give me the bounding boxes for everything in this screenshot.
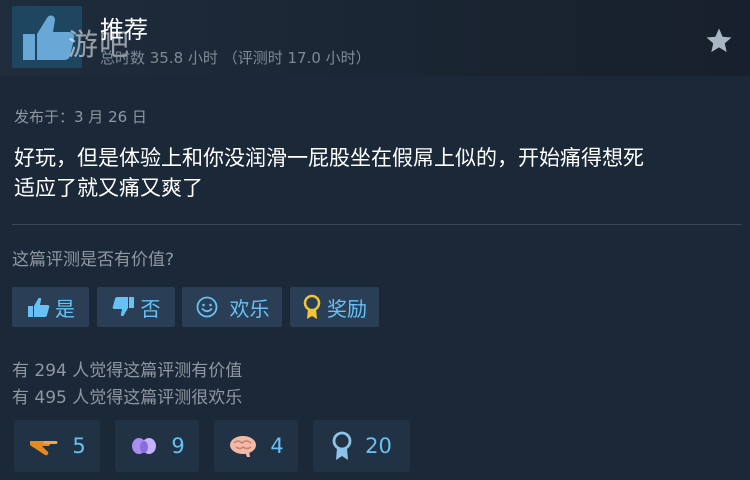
medal-ribbon-icon xyxy=(332,431,352,460)
award-count: 4 xyxy=(270,434,284,458)
review-verdict-title: 推荐 xyxy=(100,16,148,44)
award-count: 9 xyxy=(171,434,185,458)
divider xyxy=(12,224,742,225)
award-label: 奖励 xyxy=(327,296,367,321)
vote-funny-label: 欢乐 xyxy=(229,296,270,321)
vote-funny-button[interactable]: 欢乐 xyxy=(182,287,282,327)
award-item-medal[interactable]: 20 xyxy=(313,420,410,472)
award-item-heart-hands[interactable]: 9 xyxy=(115,420,199,472)
vote-no-button[interactable]: 否 xyxy=(97,287,175,327)
posted-date: 发布于：3 月 26 日 xyxy=(14,108,147,126)
award-count: 5 xyxy=(72,434,86,458)
helpful-count-text: 有 294 人觉得这篇评测有价值 xyxy=(12,361,243,381)
pointing-hand-icon xyxy=(30,441,58,456)
playtime-hours: 总时数 35.8 小时 （评测时 17.0 小时） xyxy=(100,49,371,67)
review-line-1: 好玩，但是体验上和你没润滑一屁股坐在假屌上似的，开始痛得想死 xyxy=(14,146,644,170)
vote-yes-button[interactable]: 是 xyxy=(12,287,89,327)
award-count: 20 xyxy=(365,434,392,458)
award-ribbon-icon xyxy=(303,294,321,319)
vote-no-label: 否 xyxy=(140,296,161,321)
star-icon[interactable] xyxy=(704,26,734,56)
helpful-question: 这篇评测是否有价值? xyxy=(12,250,175,270)
thumbs-up-icon xyxy=(28,297,50,317)
award-button[interactable]: 奖励 xyxy=(290,287,379,327)
thumbs-down-icon xyxy=(112,297,134,317)
heart-hands-icon xyxy=(132,438,157,454)
award-item-brain[interactable]: 4 xyxy=(214,420,298,472)
smiley-icon xyxy=(196,296,217,318)
vote-yes-label: 是 xyxy=(55,296,75,321)
review-line-2: 适应了就又痛又爽了 xyxy=(14,176,203,200)
review-header: 游吧 推荐 总时数 35.8 小时 （评测时 17.0 小时） xyxy=(0,0,750,76)
review-body: 好玩，但是体验上和你没润滑一屁股坐在假屌上似的，开始痛得想死 适应了就又痛又爽了 xyxy=(14,143,739,203)
brain-icon xyxy=(230,436,257,457)
award-item-pointing-hand[interactable]: 5 xyxy=(14,420,100,472)
funny-count-text: 有 495 人觉得这篇评测很欢乐 xyxy=(12,388,243,408)
